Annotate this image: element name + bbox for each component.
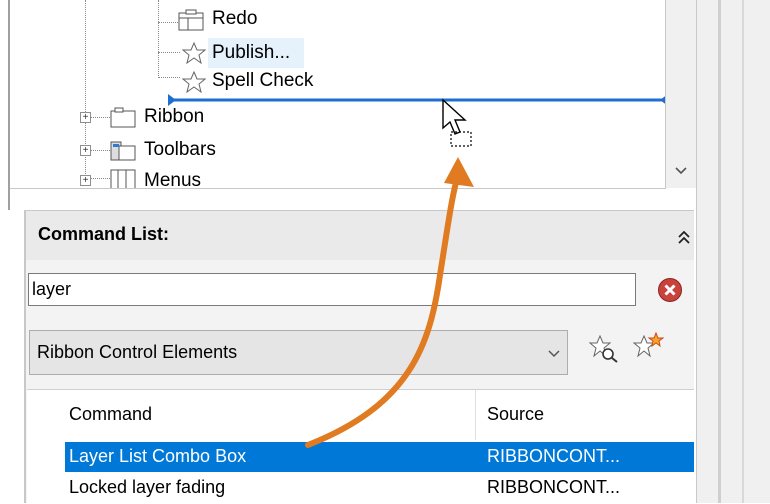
chevron-down-icon[interactable] [674, 166, 688, 176]
menu-icon [110, 169, 136, 188]
tree-connector [90, 178, 110, 179]
new-command-icon[interactable] [632, 332, 664, 362]
drag-arrow [305, 157, 474, 448]
toolbar-icon [110, 141, 136, 161]
expand-toggle[interactable]: + [80, 145, 91, 156]
expand-toggle[interactable]: + [80, 175, 91, 186]
filter-selected-value: Ribbon Control Elements [37, 342, 238, 362]
tree-item-label: Publish... [212, 42, 291, 63]
tree-connector [158, 22, 180, 23]
tree-item-toolbars[interactable]: Toolbars [110, 137, 250, 165]
drop-insertion-line [168, 94, 665, 106]
tree-scrollbar[interactable] [666, 0, 696, 188]
column-header-source[interactable]: Source [487, 404, 544, 425]
tree-connector [158, 52, 180, 53]
command-list-title: Command List: [38, 224, 170, 244]
command-name: Layer List Combo Box [69, 446, 247, 466]
tree-connector [90, 150, 110, 151]
tree-item-publish[interactable]: Publish... [178, 38, 308, 68]
tree-item-ribbon[interactable]: Ribbon [110, 104, 250, 132]
tree-item-label: Spell Check [212, 70, 314, 91]
ribbon-panel-icon [110, 107, 136, 128]
window-frame-divider-2 [742, 0, 744, 503]
star-icon [182, 42, 206, 64]
tree-connector [158, 0, 159, 78]
table-row[interactable]: Locked layer fading RIBBONCONT... [65, 474, 694, 504]
command-name: Locked layer fading [69, 477, 226, 497]
column-header-command[interactable]: Command [69, 404, 152, 425]
tree-item-menus[interactable]: Menus [110, 166, 250, 189]
tree-item-spell-check[interactable]: Spell Check [178, 68, 348, 96]
collapse-chevron-icon[interactable] [676, 229, 692, 245]
window-frame-right [696, 0, 770, 503]
window-frame-divider [718, 0, 721, 503]
tree-item-label: Redo [212, 8, 258, 29]
tree-item-redo[interactable]: Redo [178, 6, 318, 34]
find-command-icon[interactable] [588, 334, 620, 364]
expand-toggle[interactable]: + [80, 112, 91, 123]
command-source: RIBBONCONT... [487, 446, 621, 466]
star-icon [182, 71, 206, 93]
drag-cursor-icon [442, 98, 472, 147]
command-source: RIBBONCONT... [487, 477, 621, 497]
tree-connector [158, 77, 180, 78]
tree-item-label: Menus [144, 170, 202, 189]
menu-panel-icon [178, 9, 204, 31]
tree-item-label: Toolbars [144, 139, 216, 160]
tree-connector [90, 117, 110, 118]
tree-item-label: Ribbon [144, 106, 205, 127]
clear-search-icon[interactable] [657, 277, 683, 303]
chevron-down-icon [548, 350, 560, 358]
